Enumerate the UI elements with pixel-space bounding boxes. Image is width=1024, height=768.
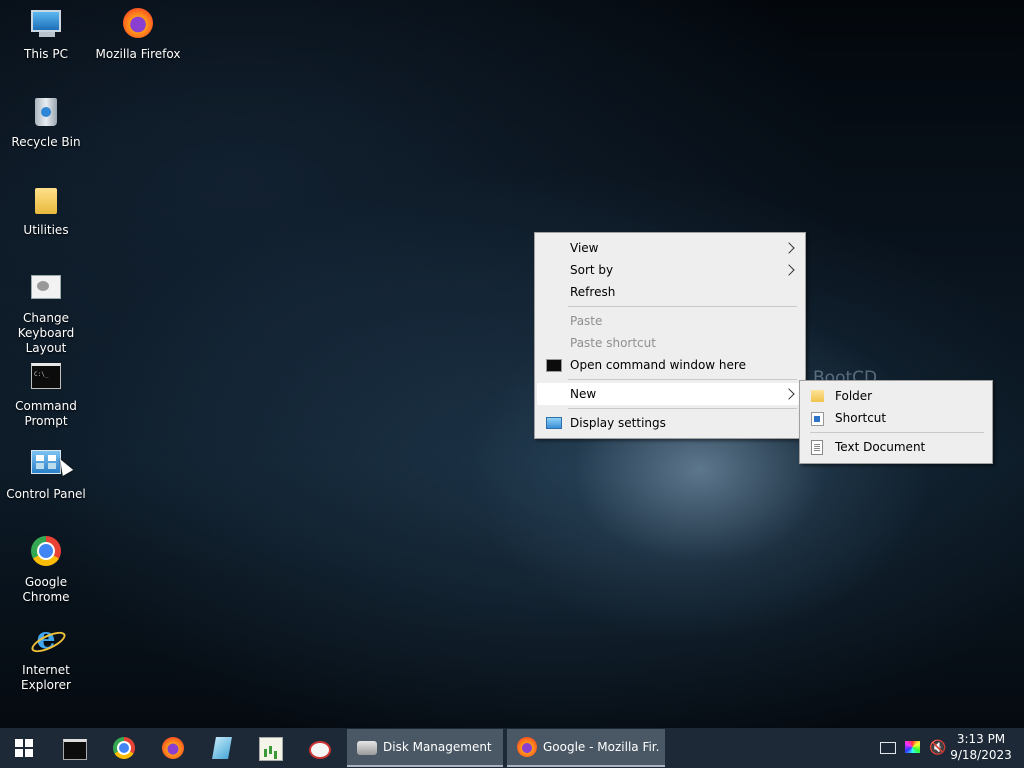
taskbar-clock[interactable]: 3:13 PM 9/18/2023 <box>946 731 1016 763</box>
chevron-right-icon <box>783 242 795 254</box>
notepad-icon <box>212 737 232 759</box>
chrome-icon <box>113 737 135 759</box>
clock-time: 3:13 PM <box>956 732 1006 746</box>
menu-item-label: Paste shortcut <box>570 336 656 350</box>
folder-icon <box>811 390 824 402</box>
network-icon[interactable] <box>880 728 896 768</box>
submenu-item-shortcut[interactable]: Shortcut <box>802 407 990 429</box>
desktop[interactable]: BootCD This PC Mozilla Firefox Recycle B… <box>0 0 1024 728</box>
taskbar-pin-command-prompt[interactable] <box>50 728 98 768</box>
menu-item-view[interactable]: View <box>537 237 803 259</box>
desktop-icon-internet-explorer[interactable]: e Internet Explorer <box>0 624 92 693</box>
menu-item-sort-by[interactable]: Sort by <box>537 259 803 281</box>
menu-item-paste-shortcut: Paste shortcut <box>537 332 803 354</box>
taskbar-pin-firefox[interactable] <box>149 728 197 768</box>
new-submenu: Folder Shortcut Text Document <box>799 380 993 464</box>
menu-item-label: Open command window here <box>570 358 746 372</box>
menu-item-label: Display settings <box>570 416 666 430</box>
shortcut-icon <box>811 412 824 426</box>
desktop-context-menu: View Sort by Refresh Paste Paste shortcu… <box>534 232 806 439</box>
menu-item-open-command-window[interactable]: Open command window here <box>537 354 803 376</box>
taskbar-pin-notepad[interactable] <box>198 728 246 768</box>
desktop-icon-firefox[interactable]: Mozilla Firefox <box>92 8 184 62</box>
desktop-icon-label: Recycle Bin <box>11 135 81 149</box>
taskbar-window-label: Disk Management <box>383 740 492 754</box>
desktop-icon-change-keyboard-layout[interactable]: Change Keyboard Layout <box>0 272 92 356</box>
desktop-icon-label: Command Prompt <box>15 399 77 428</box>
menu-item-label: Text Document <box>835 440 926 454</box>
internet-explorer-icon: e <box>29 624 63 658</box>
snipping-tool-icon <box>309 741 331 759</box>
start-button[interactable] <box>0 728 48 768</box>
folder-icon <box>29 184 63 218</box>
menu-item-new[interactable]: New <box>537 383 803 405</box>
taskbar-window-label: Google - Mozilla Fir... <box>543 740 659 754</box>
desktop-icon-label: Mozilla Firefox <box>95 47 181 61</box>
chevron-right-icon <box>783 388 795 400</box>
text-document-icon <box>811 440 823 455</box>
firefox-icon <box>517 737 537 757</box>
desktop-icon-utilities[interactable]: Utilities <box>0 184 92 238</box>
firefox-icon <box>162 737 184 759</box>
volume-muted-icon[interactable]: 🔇 <box>929 728 946 768</box>
menu-separator <box>568 379 797 380</box>
desktop-icon-label: Internet Explorer <box>21 663 71 692</box>
desktop-icon-label: This PC <box>24 47 68 61</box>
submenu-item-text-document[interactable]: Text Document <box>802 436 990 458</box>
menu-separator <box>568 408 797 409</box>
submenu-item-folder[interactable]: Folder <box>802 385 990 407</box>
desktop-icon-label: Change Keyboard Layout <box>17 311 75 355</box>
menu-item-label: Refresh <box>570 285 616 299</box>
taskbar-pin-chrome[interactable] <box>100 728 148 768</box>
menu-item-label: Folder <box>835 389 873 403</box>
taskbar-window-firefox[interactable]: Google - Mozilla Fir... <box>507 729 665 767</box>
desktop-icon-recycle-bin[interactable]: Recycle Bin <box>0 96 92 150</box>
chrome-icon <box>29 536 63 570</box>
menu-item-refresh[interactable]: Refresh <box>537 281 803 303</box>
disk-management-icon <box>357 741 377 755</box>
desktop-icon-this-pc[interactable]: This PC <box>0 8 92 62</box>
desktop-icon-command-prompt[interactable]: Command Prompt <box>0 360 92 429</box>
computer-icon <box>29 8 63 42</box>
display-color-icon[interactable] <box>905 728 921 768</box>
menu-separator <box>568 306 797 307</box>
firefox-icon <box>121 8 155 42</box>
menu-item-label: View <box>570 241 599 255</box>
keyboard-layout-icon <box>29 272 63 306</box>
desktop-icon-label: Control Panel <box>6 487 86 501</box>
clock-date: 9/18/2023 <box>950 748 1012 762</box>
command-prompt-icon <box>29 360 63 394</box>
menu-item-label: Sort by <box>570 263 614 277</box>
taskbar-window-disk-management[interactable]: Disk Management <box>347 729 503 767</box>
menu-item-label: Shortcut <box>835 411 887 425</box>
windows-logo-icon <box>15 739 33 757</box>
command-prompt-icon <box>63 739 87 760</box>
taskbar-pin-chart-app[interactable] <box>246 728 294 768</box>
menu-item-paste: Paste <box>537 310 803 332</box>
menu-item-label: Paste <box>570 314 603 328</box>
menu-item-display-settings[interactable]: Display settings <box>537 412 803 434</box>
taskbar: Disk Management Google - Mozilla Fir... … <box>0 728 1024 768</box>
command-prompt-icon <box>546 359 562 372</box>
chevron-right-icon <box>783 264 795 276</box>
menu-separator <box>810 432 984 433</box>
desktop-icon-control-panel[interactable]: Control Panel <box>0 448 92 502</box>
menu-item-label: New <box>570 387 597 401</box>
recycle-bin-icon <box>29 96 63 130</box>
display-icon <box>546 417 562 429</box>
desktop-icon-google-chrome[interactable]: Google Chrome <box>0 536 92 605</box>
desktop-icon-label: Google Chrome <box>22 575 70 604</box>
taskbar-pin-snipping-tool[interactable] <box>296 728 344 768</box>
chart-app-icon <box>259 737 283 761</box>
desktop-icon-label: Utilities <box>23 223 69 237</box>
